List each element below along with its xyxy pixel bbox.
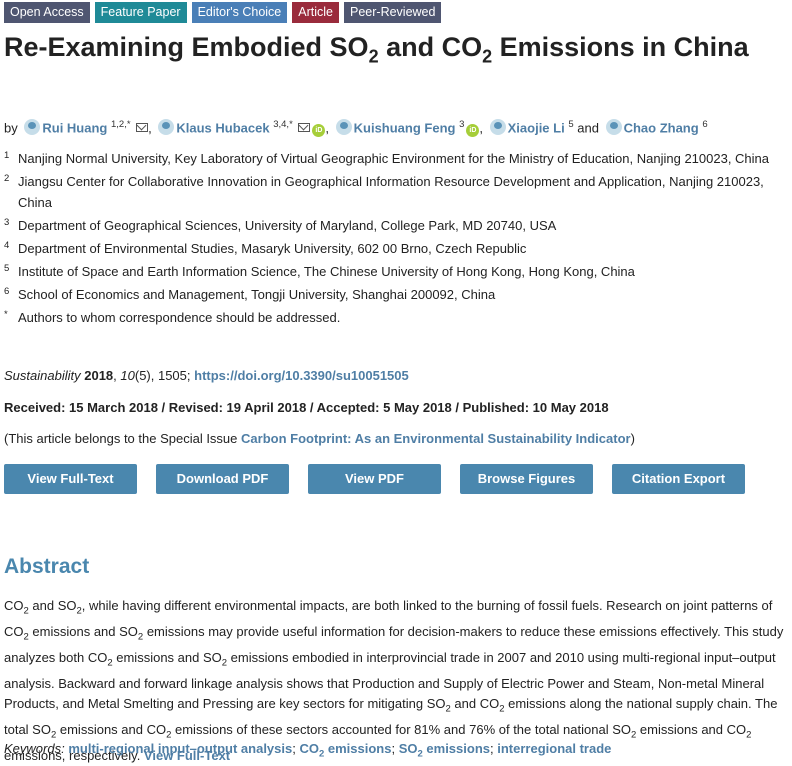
author-xiaojie-li[interactable]: Xiaojie Li [508, 120, 565, 135]
orcid-icon[interactable]: iD [312, 124, 326, 138]
citation-export-button[interactable]: Citation Export [612, 464, 745, 494]
affiliation-item: 6 School of Economics and Management, Ton… [4, 284, 784, 305]
author-affiliation-sup: 3 [459, 119, 465, 130]
title-text-2: and CO [378, 32, 483, 62]
abstract-subscript: 2 [746, 729, 752, 741]
citation-line: Sustainability 2018, 10(5), 1505; https:… [4, 368, 409, 383]
affiliation-number: 5 [4, 263, 10, 274]
author-rui-huang[interactable]: Rui Huang [42, 120, 107, 135]
keywords-label: Keywords: [4, 741, 65, 756]
publication-dates: Received: 15 March 2018 / Revised: 19 Ap… [4, 400, 609, 415]
affiliation-text: Department of Environmental Studies, Mas… [18, 241, 527, 256]
author-profile-icon[interactable] [335, 119, 352, 136]
special-issue-line: (This article belongs to the Special Iss… [4, 431, 635, 446]
author-affiliation-sup: 5 [568, 119, 574, 130]
keyword-link-so2[interactable]: SO2 emissions [398, 741, 490, 760]
affiliation-item: 4 Department of Environmental Studies, Ma… [4, 238, 784, 259]
affiliation-text: Department of Geographical Sciences, Uni… [18, 218, 557, 233]
view-pdf-button[interactable]: View PDF [308, 464, 441, 494]
keyword-link-mrio[interactable]: multi-regional input–output analysis [68, 741, 292, 756]
title-subscript-2: 2 [482, 46, 493, 67]
email-icon[interactable] [298, 123, 311, 133]
affiliation-text: Jiangsu Center for Collaborative Innovat… [18, 174, 764, 210]
keyword-so2-text: SO [398, 741, 418, 756]
affiliation-number: * [4, 309, 8, 320]
abstract-segment: emissions and CO [56, 721, 167, 737]
affiliation-text: Nanjing Normal University, Key Laborator… [18, 151, 770, 166]
abstract-heading: Abstract [4, 555, 90, 578]
affiliations-list: 1 Nanjing Normal University, Key Laborato… [4, 148, 784, 330]
affiliation-text: Institute of Space and Earth Information… [18, 264, 635, 279]
author-profile-icon[interactable] [24, 119, 41, 136]
title-text-3: Emissions in China [492, 32, 749, 62]
keywords-line: Keywords: multi-regional input–output an… [4, 741, 611, 760]
keyword-link-co2[interactable]: CO2 emissions [299, 741, 392, 760]
article-page: Open Access Feature Paper Editor's Choic… [0, 0, 792, 763]
feature-paper-badge[interactable]: Feature Paper [94, 2, 187, 23]
abstract-segment: emissions of these sectors accounted for… [171, 721, 631, 737]
badge-row: Open Access Feature Paper Editor's Choic… [4, 2, 442, 23]
author-profile-icon[interactable] [489, 119, 506, 136]
keyword-link-interregional-trade[interactable]: interregional trade [497, 741, 611, 756]
citation-year: 2018 [84, 368, 114, 383]
author-affiliation-sup: 1,2,* [110, 119, 131, 130]
article-badge: Article [292, 2, 339, 23]
abstract-segment: emissions and SO [112, 649, 222, 665]
citation-volume: 10 [120, 368, 135, 383]
special-issue-prefix: (This article belongs to the Special Iss… [4, 431, 242, 446]
abstract-segment: emissions and SO [28, 623, 138, 639]
keyword-separator: ; [391, 741, 399, 756]
affiliation-number: 2 [4, 173, 10, 184]
keyword-so2-suffix: emissions [422, 741, 490, 756]
browse-figures-button[interactable]: Browse Figures [460, 464, 593, 494]
title-subscript-1: 2 [368, 46, 379, 67]
author-profile-icon[interactable] [158, 119, 175, 136]
keyword-co2-text: CO [299, 741, 319, 756]
editors-choice-badge[interactable]: Editor's Choice [191, 2, 288, 23]
author-list: by Rui Huang 1,2,* , Klaus Hubacek 3,4,*… [4, 119, 708, 138]
affiliation-text: School of Economics and Management, Tong… [18, 287, 496, 302]
article-title: Re-Examining Embodied SO2 and CO2 Emissi… [4, 30, 784, 73]
affiliation-text: Authors to whom correspondence should be… [18, 310, 341, 325]
special-issue-link[interactable]: Carbon Footprint: As an Environmental Su… [241, 431, 631, 446]
affiliation-item: * Authors to whom correspondence should b… [4, 307, 784, 328]
citation-issue: (5), 1505; [134, 368, 191, 383]
author-chao-zhang[interactable]: Chao Zhang [624, 120, 699, 135]
affiliation-number: 3 [4, 217, 10, 228]
affiliation-item: 3 Department of Geographical Sciences, Un… [4, 215, 784, 236]
affiliation-number: 6 [4, 286, 10, 297]
affiliation-number: 4 [4, 240, 10, 251]
abstract-segment: CO [4, 598, 24, 613]
author-affiliation-sup: 3,4,* [273, 119, 293, 130]
by-label: by [4, 120, 18, 136]
journal-name: Sustainability [4, 368, 81, 383]
affiliation-number: 1 [4, 150, 10, 161]
affiliation-item: 2 Jiangsu Center for Collaborative Innova… [4, 171, 784, 213]
doi-link[interactable]: https://doi.org/10.3390/su10051505 [194, 368, 409, 383]
keyword-co2-suffix: emissions [324, 741, 392, 756]
special-issue-suffix: ) [630, 431, 635, 446]
open-access-badge[interactable]: Open Access [4, 2, 90, 23]
view-full-text-button[interactable]: View Full-Text [4, 464, 137, 494]
abstract-segment: and CO [450, 695, 500, 711]
and-label: and [577, 120, 599, 136]
orcid-icon[interactable]: iD [466, 124, 480, 138]
peer-reviewed-badge[interactable]: Peer-Reviewed [344, 2, 442, 23]
author-kuishuang-feng[interactable]: Kuishuang Feng [354, 120, 456, 135]
title-text-1: Re-Examining Embodied SO [4, 32, 369, 62]
action-buttons: View Full-Text Download PDF View PDF Bro… [4, 464, 745, 494]
author-affiliation-sup: 6 [702, 119, 708, 130]
abstract-segment: and SO [28, 598, 77, 613]
email-icon[interactable] [136, 123, 149, 133]
abstract-segment: emissions and CO [636, 721, 747, 737]
affiliation-item: 5 Institute of Space and Earth Informatio… [4, 261, 784, 282]
author-profile-icon[interactable] [605, 119, 622, 136]
affiliation-item: 1 Nanjing Normal University, Key Laborato… [4, 148, 784, 169]
download-pdf-button[interactable]: Download PDF [156, 464, 289, 494]
author-klaus-hubacek[interactable]: Klaus Hubacek [176, 120, 269, 135]
